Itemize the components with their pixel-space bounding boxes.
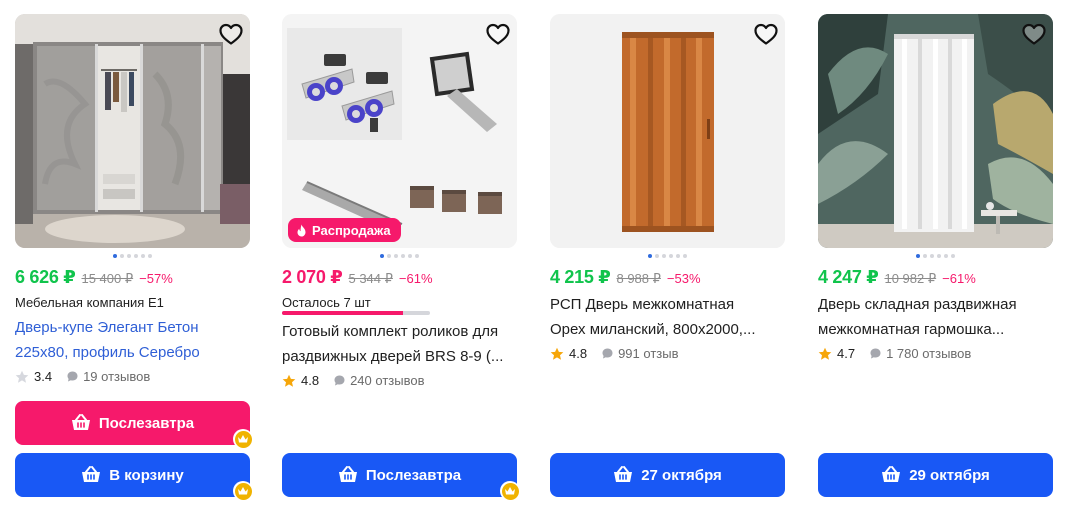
- current-price: 4 247 ₽: [818, 267, 879, 287]
- rollers-kit-image: [282, 14, 517, 248]
- discount-percent: −53%: [666, 271, 701, 286]
- image-pager-dots[interactable]: [818, 254, 1053, 260]
- reviews-bubble-icon: [334, 375, 345, 386]
- favorite-heart-icon[interactable]: [485, 22, 511, 46]
- delivery-date-button[interactable]: Послезавтра: [282, 453, 517, 497]
- star-icon: [15, 370, 29, 383]
- badge-label: Распродажа: [312, 222, 391, 238]
- image-pager-dots[interactable]: [282, 254, 517, 260]
- reviews-count: 1 780 отзывов: [886, 346, 972, 361]
- rating-row: 4.7 1 780 отзывов: [818, 346, 971, 361]
- current-price: 4 215 ₽: [550, 267, 611, 287]
- stock-level-fill: [282, 311, 404, 315]
- price-block: 4 215 ₽ 8 988 ₽ −53%: [550, 267, 701, 288]
- product-image[interactable]: [15, 14, 250, 248]
- title-line: Дверь-купе Элегант Бетон: [15, 319, 199, 336]
- title-line: Готовый комплект роликов для: [282, 323, 499, 340]
- price-block: 2 070 ₽ 5 344 ₽ −61%: [282, 267, 433, 288]
- product-card[interactable]: 6 626 ₽ 15 400 ₽ −57% Мебельная компания…: [15, 14, 253, 504]
- delivery-date-button[interactable]: 29 октября: [818, 453, 1053, 497]
- rating-row: 3.4 19 отзывов: [15, 369, 150, 384]
- stock-level-bar: [282, 311, 430, 315]
- rating-value: 3.4: [34, 369, 53, 384]
- cart-icon: [881, 466, 901, 484]
- old-price: 10 982 ₽: [884, 271, 937, 286]
- product-card[interactable]: 4 215 ₽ 8 988 ₽ −53% РСП Дверь межкомнат…: [550, 14, 785, 504]
- image-pager-dots[interactable]: [550, 254, 785, 260]
- title-line: раздвижных дверей BRS 8-9 (...: [282, 348, 504, 365]
- rating-row: 4.8 240 отзывов: [282, 373, 424, 388]
- delivery-date-button[interactable]: 27 октября: [550, 453, 785, 497]
- star-icon: [818, 347, 832, 360]
- discount-percent: −57%: [139, 271, 173, 286]
- premium-crown-icon: [500, 481, 520, 501]
- button-label: В корзину: [109, 466, 184, 484]
- cart-icon: [81, 466, 101, 484]
- product-card[interactable]: 4 247 ₽ 10 982 ₽ −61% Дверь складная раз…: [818, 14, 1053, 504]
- button-label: 29 октября: [909, 466, 990, 484]
- image-pager-dots[interactable]: [15, 254, 250, 260]
- price-block: 6 626 ₽ 15 400 ₽ −57%: [15, 267, 173, 288]
- favorite-heart-icon[interactable]: [1021, 22, 1047, 46]
- cart-icon: [613, 466, 633, 484]
- star-icon: [550, 347, 564, 360]
- wardrobe-image: [15, 14, 250, 248]
- title-line: Дверь складная раздвижная: [818, 296, 1017, 313]
- reviews-bubble-icon: [870, 348, 881, 359]
- title-line: РСП Дверь межкомнатная: [550, 296, 735, 313]
- rating-value: 4.7: [837, 346, 856, 361]
- rating-row: 4.8 991 отзыв: [550, 346, 679, 361]
- delivery-date-button[interactable]: Послезавтра: [15, 401, 250, 445]
- product-title-link[interactable]: Дверь складная раздвижная межкомнатная г…: [818, 292, 1050, 342]
- product-image[interactable]: [550, 14, 785, 248]
- discount-percent: −61%: [942, 271, 976, 286]
- product-image[interactable]: [818, 14, 1053, 248]
- old-price: 5 344 ₽: [348, 271, 393, 286]
- star-icon: [282, 374, 296, 387]
- cart-icon: [71, 414, 91, 432]
- product-title-link[interactable]: Готовый комплект роликов для раздвижных …: [282, 319, 514, 369]
- discount-percent: −61%: [398, 271, 433, 286]
- premium-crown-icon: [233, 429, 253, 449]
- button-label: Послезавтра: [98, 414, 195, 432]
- stock-left-text: Осталось 7 шт: [282, 295, 371, 310]
- reviews-bubble-icon: [602, 348, 613, 359]
- cart-icon: [338, 466, 358, 484]
- rating-value: 4.8: [301, 373, 320, 388]
- favorite-heart-icon[interactable]: [753, 22, 779, 46]
- favorite-heart-icon[interactable]: [218, 22, 244, 46]
- product-title-link[interactable]: РСП Дверь межкомнатная Орех миланский, 8…: [550, 292, 782, 342]
- product-image[interactable]: Распродажа: [282, 14, 517, 248]
- reviews-bubble-icon: [67, 371, 78, 382]
- premium-crown-icon: [233, 481, 253, 501]
- folding-door-brown-image: [550, 14, 785, 248]
- title-line: 225х80, профиль Серебро: [15, 344, 200, 361]
- button-label: Послезавтра: [365, 466, 462, 484]
- price-block: 4 247 ₽ 10 982 ₽ −61%: [818, 267, 976, 288]
- reviews-count: 19 отзывов: [83, 369, 151, 384]
- sale-badge: Распродажа: [288, 218, 401, 242]
- rating-value: 4.8: [569, 346, 588, 361]
- reviews-count: 240 отзывов: [350, 373, 425, 388]
- current-price: 2 070 ₽: [282, 267, 343, 287]
- add-to-cart-button[interactable]: В корзину: [15, 453, 250, 497]
- old-price: 8 988 ₽: [616, 271, 661, 286]
- seller-name: Мебельная компания Е1: [15, 295, 164, 310]
- old-price: 15 400 ₽: [81, 271, 134, 286]
- product-title-link[interactable]: Дверь-купе Элегант Бетон 225х80, профиль…: [15, 315, 247, 365]
- title-line: межкомнатная гармошка...: [818, 321, 1005, 338]
- button-label: 27 октября: [641, 466, 722, 484]
- reviews-count: 991 отзыв: [618, 346, 679, 361]
- product-card[interactable]: Распродажа 2 070 ₽ 5 344 ₽ −61% Осталось…: [282, 14, 520, 504]
- fire-icon: [297, 224, 306, 236]
- title-line: Орех миланский, 800х2000,...: [550, 321, 756, 338]
- current-price: 6 626 ₽: [15, 267, 76, 287]
- folding-door-white-image: [818, 14, 1053, 248]
